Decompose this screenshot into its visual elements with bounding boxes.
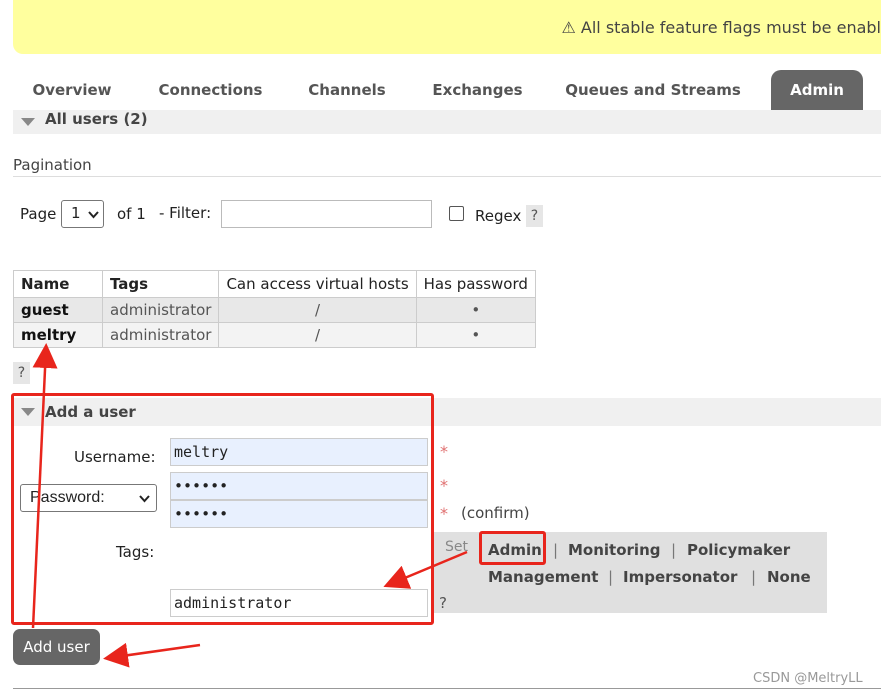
annotation-arrow — [103, 642, 201, 668]
annotation-arrow — [383, 550, 468, 589]
annotation-arrows — [31, 343, 468, 668]
watermark: CSDN @MeltryLL — [753, 671, 863, 686]
annotation-arrow — [31, 343, 58, 629]
